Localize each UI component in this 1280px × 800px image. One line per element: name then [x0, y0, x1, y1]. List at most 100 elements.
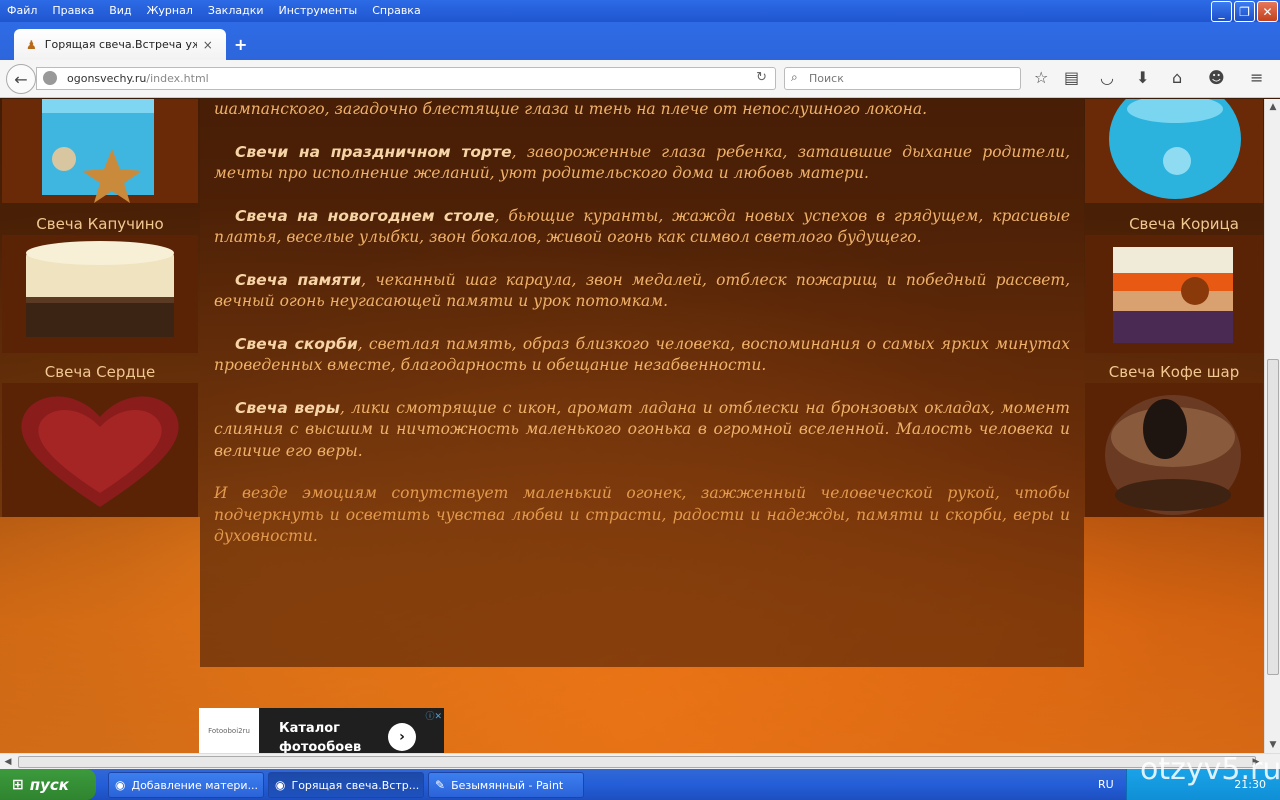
nav-bar: ← ogonsvechy.ru/index.html ↻ ⌕ Поиск ☆ ▤…: [0, 60, 1280, 98]
start-label: пуск: [29, 775, 69, 794]
taskbar-item-label: Безымянный - Paint: [451, 778, 564, 792]
vertical-scrollbar[interactable]: ▲ ▼: [1264, 99, 1280, 753]
candle-favicon-icon: ♟: [26, 37, 37, 52]
candle-caption[interactable]: Свеча Кофе шар: [1074, 363, 1264, 381]
url-text: ogonsvechy.ru/index.html: [67, 72, 209, 85]
menu-history[interactable]: Журнал: [147, 4, 193, 17]
horizontal-scroll-thumb[interactable]: [18, 756, 1256, 768]
horizontal-scrollbar[interactable]: ◀ ▶: [0, 753, 1280, 769]
menu-edit[interactable]: Правка: [52, 4, 94, 17]
menu-file[interactable]: Файл: [7, 4, 37, 17]
paragraph-body: , лики смотрящие с икон, аромат ладана и…: [214, 398, 1070, 460]
menu-help[interactable]: Справка: [372, 4, 420, 17]
candle-image-top-left[interactable]: [2, 99, 198, 203]
reload-icon[interactable]: ↻: [756, 70, 767, 85]
scroll-up-icon[interactable]: ▲: [1265, 99, 1280, 115]
candle-image-coffee-ball[interactable]: [1085, 383, 1263, 517]
cinnamon-candle-image: [1085, 235, 1263, 353]
paragraph-memory: Свеча памяти, чеканный шаг караула, звон…: [214, 270, 1070, 313]
restore-button[interactable]: ❐: [1234, 1, 1255, 22]
close-window-button[interactable]: ✕: [1257, 1, 1278, 22]
article-top-line: шампанского, загадочно блестящие глаза и…: [214, 100, 928, 118]
paragraph-new-year: Свеча на новогоднем столе, бьющие курант…: [214, 206, 1070, 249]
ad-go-button[interactable]: ›: [388, 723, 416, 751]
download-icon[interactable]: ⬇: [1136, 68, 1149, 87]
taskbar-item[interactable]: ◉ Добавление матери...: [108, 772, 264, 798]
taskbar: ⊞ пуск ◉ Добавление матери... ◉ Горящая све…: [0, 769, 1280, 800]
paragraph-heading: Свечи на праздничном торте: [235, 142, 512, 161]
paragraph-birthday-cake: Свечи на праздничном торте, завороженные…: [214, 142, 1070, 185]
url-path: /index.html: [146, 72, 209, 85]
paragraph-faith: Свеча веры, лики смотрящие с икон, арома…: [214, 398, 1070, 463]
candle-image-cinnamon[interactable]: [1085, 235, 1263, 353]
tab-close-icon[interactable]: ×: [203, 38, 213, 52]
arrow-left-icon: ←: [14, 69, 28, 89]
firefox-icon: ◉: [275, 778, 286, 792]
closing-paragraph: И везде эмоциям сопутствует маленький ог…: [214, 484, 1070, 545]
paint-icon: ✎: [435, 778, 446, 792]
url-host: ogonsvechy.ru: [67, 72, 147, 85]
back-button[interactable]: ←: [6, 64, 36, 94]
blue-sphere-candle-image: [1085, 99, 1263, 203]
ad-logo: Fotooboi2ru: [199, 708, 259, 753]
reading-list-icon[interactable]: ▤: [1064, 68, 1079, 87]
coffee-ball-candle-image: [1085, 383, 1263, 517]
hamburger-menu-icon[interactable]: ≡: [1250, 68, 1263, 87]
start-button[interactable]: ⊞ пуск: [0, 769, 96, 800]
search-icon: ⌕: [791, 70, 798, 84]
taskbar-item[interactable]: ✎ Безымянный - Paint: [428, 772, 584, 798]
heart-candle-image: [2, 383, 198, 517]
ad-text: Каталог фотообоев: [279, 719, 361, 753]
ad-line-2: фотообоев: [279, 740, 362, 753]
ad-banner[interactable]: Fotooboi2ru Каталог фотообоев › ⓘ✕: [199, 708, 444, 753]
page-content: Свеча Капучино Свеча Сердце Свеча Корица…: [0, 99, 1264, 753]
language-indicator[interactable]: RU: [1098, 778, 1114, 791]
firefox-icon: ◉: [115, 778, 126, 792]
candle-caption[interactable]: Свеча Корица: [1084, 215, 1264, 233]
paragraph-heading: Свеча памяти: [235, 270, 362, 289]
menu-items: Файл Правка Вид Журнал Закладки Инструме…: [0, 4, 429, 17]
pocket-icon[interactable]: ◡: [1100, 68, 1114, 87]
bookmark-star-icon[interactable]: ☆: [1034, 68, 1048, 87]
right-candle-column: Свеча Корица Свеча Кофе шар: [1084, 99, 1264, 517]
taskbar-item-active[interactable]: ◉ Горящая свеча.Встр...: [268, 772, 424, 798]
scroll-left-icon[interactable]: ◀: [0, 754, 16, 770]
vertical-scroll-thumb[interactable]: [1267, 359, 1279, 675]
tab-strip: ♟ Горящая свеча.Встреча уж... × +: [0, 22, 1280, 60]
candle-image-cappuccino[interactable]: [2, 235, 198, 353]
taskbar-item-label: Добавление матери...: [131, 778, 259, 792]
tab-title: Горящая свеча.Встреча уж...: [44, 38, 197, 51]
candle-image-top-right[interactable]: [1085, 99, 1263, 203]
blue-cube-candle-image: [2, 99, 198, 203]
left-candle-column: Свеча Капучино Свеча Сердце: [0, 99, 200, 517]
url-bar[interactable]: ogonsvechy.ru/index.html ↻: [36, 67, 776, 90]
windows-flag-icon: ⊞: [12, 776, 24, 793]
candle-image-heart[interactable]: [2, 383, 198, 517]
paragraph-heading: Свеча скорби: [235, 334, 358, 353]
new-tab-button[interactable]: +: [234, 35, 247, 54]
paragraph-heading: Свеча веры: [235, 398, 340, 417]
watermark-text: otzyv5.ru: [1140, 752, 1280, 787]
chat-icon[interactable]: ☻: [1208, 68, 1225, 87]
ad-line-1: Каталог: [279, 721, 340, 736]
paragraph-heading: Свеча на новогоднем столе: [235, 206, 495, 225]
minimize-button[interactable]: _: [1211, 1, 1232, 22]
menu-view[interactable]: Вид: [109, 4, 131, 17]
window-controls: _ ❐ ✕: [1211, 1, 1278, 22]
search-placeholder: Поиск: [809, 72, 844, 85]
ad-choices-icon[interactable]: ⓘ✕: [425, 709, 442, 722]
scroll-down-icon[interactable]: ▼: [1265, 737, 1280, 753]
home-icon[interactable]: ⌂: [1172, 68, 1182, 87]
globe-icon: [43, 71, 57, 85]
article-text: шампанского, загадочно блестящие глаза и…: [200, 99, 1084, 667]
menu-bar: Файл Правка Вид Журнал Закладки Инструме…: [0, 0, 1280, 22]
paragraph-grief: Свеча скорби, светлая память, образ близ…: [214, 334, 1070, 377]
candle-caption[interactable]: Свеча Капучино: [0, 215, 200, 233]
taskbar-item-label: Горящая свеча.Встр...: [291, 778, 420, 792]
cappuccino-candle-image: [2, 235, 198, 353]
candle-caption[interactable]: Свеча Сердце: [0, 363, 200, 381]
menu-tools[interactable]: Инструменты: [279, 4, 358, 17]
menu-bookmarks[interactable]: Закладки: [208, 4, 264, 17]
tab-active[interactable]: ♟ Горящая свеча.Встреча уж... ×: [14, 29, 226, 60]
search-input[interactable]: ⌕ Поиск: [784, 67, 1021, 90]
